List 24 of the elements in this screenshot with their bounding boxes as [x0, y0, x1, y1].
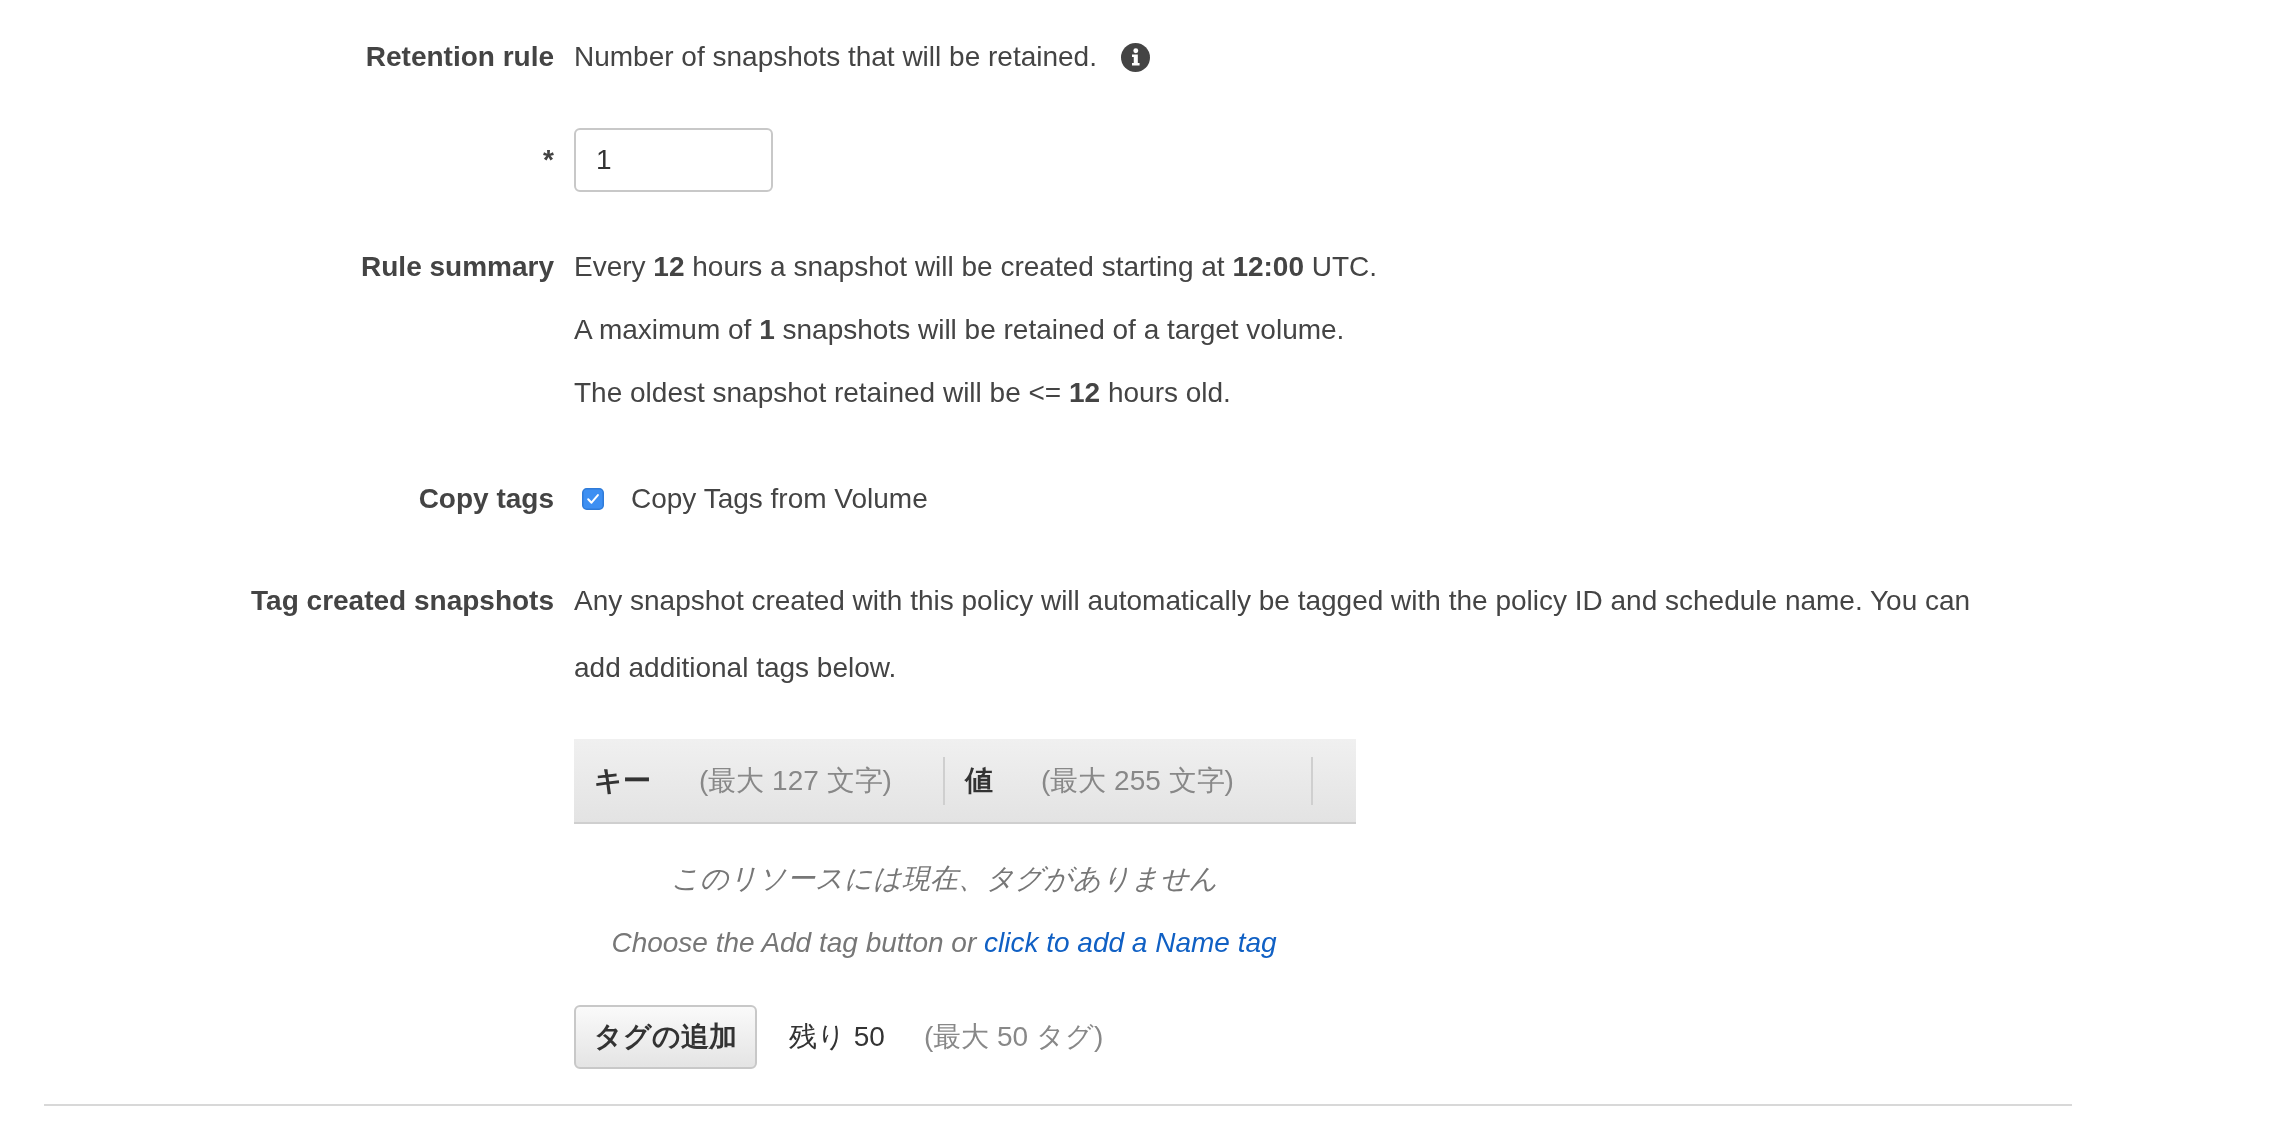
- remaining-count: 残り 50: [789, 1020, 885, 1054]
- empty-message: このリソースには現在、タグがありません: [670, 862, 1218, 896]
- checkbox-label[interactable]: Copy Tags from Volume: [631, 479, 928, 519]
- field-label: Tag created snapshots: [251, 584, 554, 618]
- column-name: 値: [965, 763, 993, 798]
- field-label: Rule summary: [361, 250, 554, 284]
- field-description: Number of snapshots that will be retained.: [574, 40, 1097, 74]
- tag-limit: (最大 50 タグ): [923, 1020, 1104, 1054]
- input-field[interactable]: 1: [574, 128, 773, 192]
- field-label: Retention rule: [365, 40, 554, 74]
- summary-line: The oldest snapshot retained will be <= 12 hours old.: [574, 376, 1232, 410]
- column-hint: (最大 255 文字): [1041, 763, 1234, 798]
- required-mark: *: [543, 143, 554, 177]
- empty-hint: Choose the Add tag button or click to add a Name tag: [611, 926, 1277, 960]
- field-label: Copy tags: [418, 482, 554, 516]
- summary-line: Every 12 hours a snapshot will be created starting at 12:00 UTC.: [574, 250, 1379, 284]
- column-name: キー: [594, 763, 651, 798]
- name-tag-link[interactable]: click to add a Name tag: [984, 927, 1277, 958]
- column-hint: (最大 127 文字): [699, 763, 892, 798]
- summary-line: A maximum of 1 snapshots will be retained of a target volume.: [574, 313, 1346, 347]
- checkbox[interactable]: [582, 488, 604, 510]
- add-tag-button[interactable]: タグの追加: [574, 1005, 757, 1069]
- field-description: Any snapshot created with this policy will automatically be tagged with the policy ID and schedule name. You can add additional tags below.: [574, 584, 1972, 685]
- info-icon[interactable]: [1120, 42, 1150, 72]
